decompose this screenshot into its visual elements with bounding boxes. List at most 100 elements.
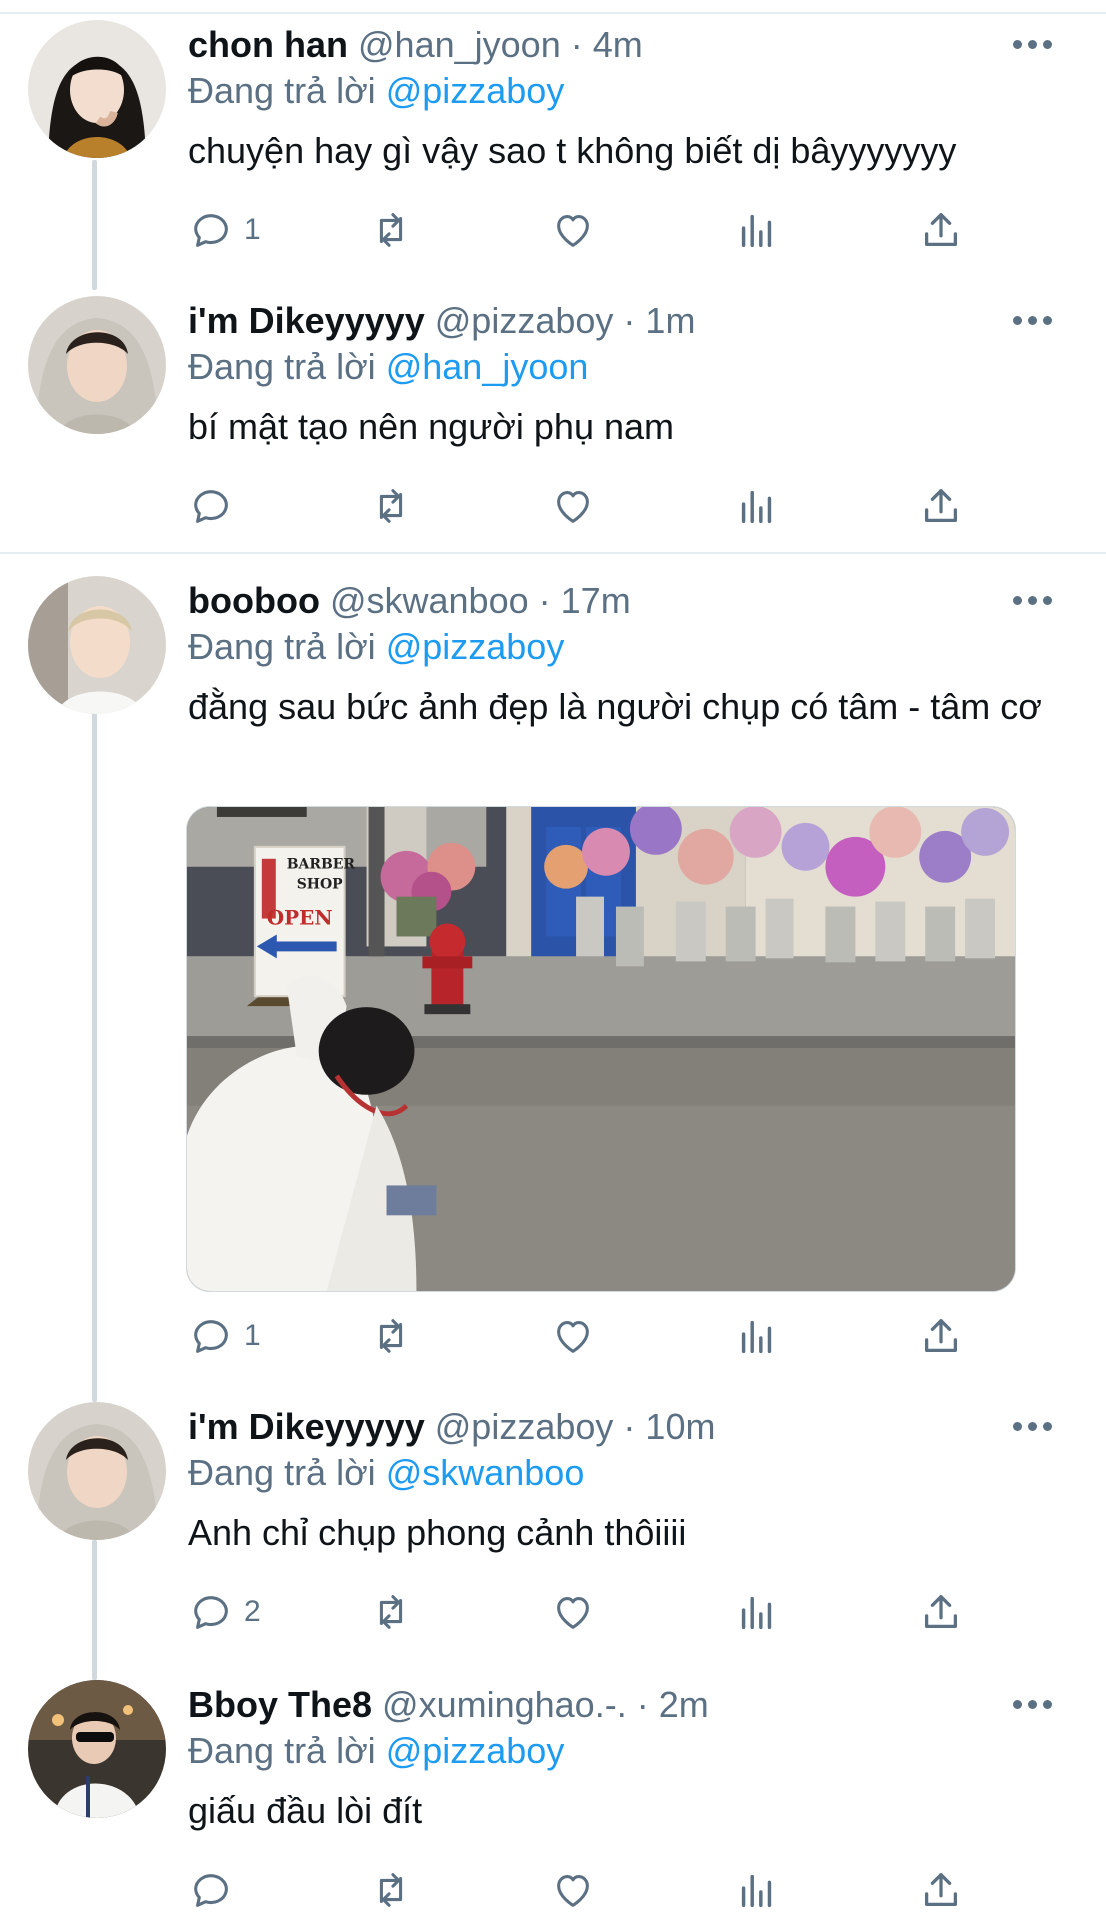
timestamp[interactable]: 17m [561, 580, 631, 621]
tweet-header: chon han @han_jyoon · 4m [188, 20, 643, 70]
display-name[interactable]: i'm Dikeyyyyy [188, 300, 425, 341]
replying-to-link[interactable]: @pizzaboy [386, 70, 565, 111]
share-icon [918, 1589, 964, 1635]
share-button[interactable] [918, 202, 964, 258]
analytics-button[interactable] [734, 478, 780, 534]
like-button[interactable] [550, 1862, 596, 1918]
tweet-photo[interactable]: BARBER SHOP OPEN [186, 806, 1016, 1292]
share-button[interactable] [918, 1308, 964, 1364]
retweet-button[interactable] [368, 478, 414, 534]
more-icon[interactable] [1002, 580, 1062, 620]
reply-button[interactable] [188, 478, 244, 534]
like-icon [550, 207, 596, 253]
retweet-icon [368, 483, 414, 529]
action-bar: 1 [188, 1308, 988, 1364]
like-button[interactable] [550, 1308, 596, 1364]
replying-to: Đang trả lời @pizzaboy [188, 1726, 564, 1776]
reply-button[interactable]: 2 [188, 1584, 261, 1640]
share-icon [918, 1867, 964, 1913]
retweet-button[interactable] [368, 1862, 414, 1918]
reply-count: 1 [244, 1319, 261, 1352]
retweet-icon [368, 1867, 414, 1913]
reply-button[interactable] [188, 1862, 244, 1918]
retweet-icon [368, 1589, 414, 1635]
more-icon[interactable] [1002, 24, 1062, 64]
avatar[interactable] [28, 1402, 166, 1540]
reply-icon [188, 1867, 234, 1913]
sign-open: OPEN [267, 906, 333, 930]
action-bar [188, 478, 988, 534]
display-name[interactable]: i'm Dikeyyyyy [188, 1406, 425, 1447]
share-button[interactable] [918, 478, 964, 534]
retweet-icon [368, 1313, 414, 1359]
tweet-text: chuyện hay gì vậy sao t không biết dị bâ… [188, 130, 957, 171]
replying-to-link[interactable]: @pizzaboy [386, 1730, 565, 1771]
separator-dot: · [623, 1406, 636, 1447]
more-icon[interactable] [1002, 300, 1062, 340]
replying-to-link[interactable]: @pizzaboy [386, 626, 565, 667]
replying-to: Đang trả lời @skwanboo [188, 1448, 584, 1498]
user-handle[interactable]: @pizzaboy [435, 300, 614, 341]
share-icon [918, 1313, 964, 1359]
reply-button[interactable]: 1 [188, 1308, 261, 1364]
analytics-icon [734, 1867, 780, 1913]
more-icon[interactable] [1002, 1684, 1062, 1724]
reply-button[interactable]: 1 [188, 202, 261, 258]
display-name[interactable]: chon han [188, 24, 348, 65]
share-button[interactable] [918, 1862, 964, 1918]
sign-shop: SHOP [297, 877, 343, 893]
replying-to-label: Đang trả lời [188, 346, 376, 387]
timestamp[interactable]: 10m [645, 1406, 715, 1447]
analytics-button[interactable] [734, 1584, 780, 1640]
like-button[interactable] [550, 202, 596, 258]
analytics-button[interactable] [734, 1862, 780, 1918]
reply-tweet[interactable]: i'm Dikeyyyyy @pizzaboy · 1m Đang trả lờ… [0, 276, 1106, 552]
replying-to: Đang trả lời @pizzaboy [188, 66, 564, 116]
reply-tweet[interactable]: chon han @han_jyoon · 4m Đang trả lời @p… [0, 0, 1106, 276]
share-button[interactable] [918, 1584, 964, 1640]
separator-dot: · [636, 1684, 649, 1725]
replying-to-link[interactable]: @skwanboo [386, 1452, 585, 1493]
like-button[interactable] [550, 478, 596, 534]
avatar[interactable] [28, 20, 166, 158]
display-name[interactable]: booboo [188, 580, 320, 621]
user-handle[interactable]: @xuminghao.-. [382, 1684, 627, 1725]
reply-count: 1 [244, 213, 261, 246]
separator-dot: · [538, 580, 551, 621]
tweet-text: Anh chỉ chụp phong cảnh thôiiii [188, 1512, 687, 1553]
timestamp[interactable]: 1m [645, 300, 695, 341]
analytics-icon [734, 1313, 780, 1359]
avatar[interactable] [28, 1680, 166, 1818]
replying-to: Đang trả lời @pizzaboy [188, 622, 564, 672]
avatar[interactable] [28, 296, 166, 434]
reply-tweet[interactable]: i'm Dikeyyyyy @pizzaboy · 10m Đang trả l… [0, 1382, 1106, 1658]
timestamp[interactable]: 2m [659, 1684, 709, 1725]
reply-icon [188, 1313, 234, 1359]
replying-to-label: Đang trả lời [188, 1730, 376, 1771]
sign-barber: BARBER [287, 857, 356, 873]
retweet-button[interactable] [368, 1308, 414, 1364]
avatar[interactable] [28, 576, 166, 714]
retweet-button[interactable] [368, 1584, 414, 1640]
tweet-header: i'm Dikeyyyyy @pizzaboy · 10m [188, 1402, 715, 1452]
reply-icon [188, 1589, 234, 1635]
tweet-header: i'm Dikeyyyyy @pizzaboy · 1m [188, 296, 695, 346]
analytics-button[interactable] [734, 1308, 780, 1364]
analytics-icon [734, 483, 780, 529]
user-handle[interactable]: @pizzaboy [435, 1406, 614, 1447]
like-icon [550, 1867, 596, 1913]
analytics-button[interactable] [734, 202, 780, 258]
reply-tweet[interactable]: Bboy The8 @xuminghao.-. · 2m Đang trả lờ… [0, 1660, 1106, 1920]
replying-to-link[interactable]: @han_jyoon [386, 346, 589, 387]
replying-to-label: Đang trả lời [188, 1452, 376, 1493]
action-bar: 2 [188, 1584, 988, 1640]
timestamp[interactable]: 4m [593, 24, 643, 65]
user-handle[interactable]: @han_jyoon [358, 24, 561, 65]
retweet-button[interactable] [368, 202, 414, 258]
more-icon[interactable] [1002, 1406, 1062, 1446]
like-button[interactable] [550, 1584, 596, 1640]
like-icon [550, 1313, 596, 1359]
replying-to-label: Đang trả lời [188, 70, 376, 111]
user-handle[interactable]: @skwanboo [330, 580, 529, 621]
display-name[interactable]: Bboy The8 [188, 1684, 372, 1725]
